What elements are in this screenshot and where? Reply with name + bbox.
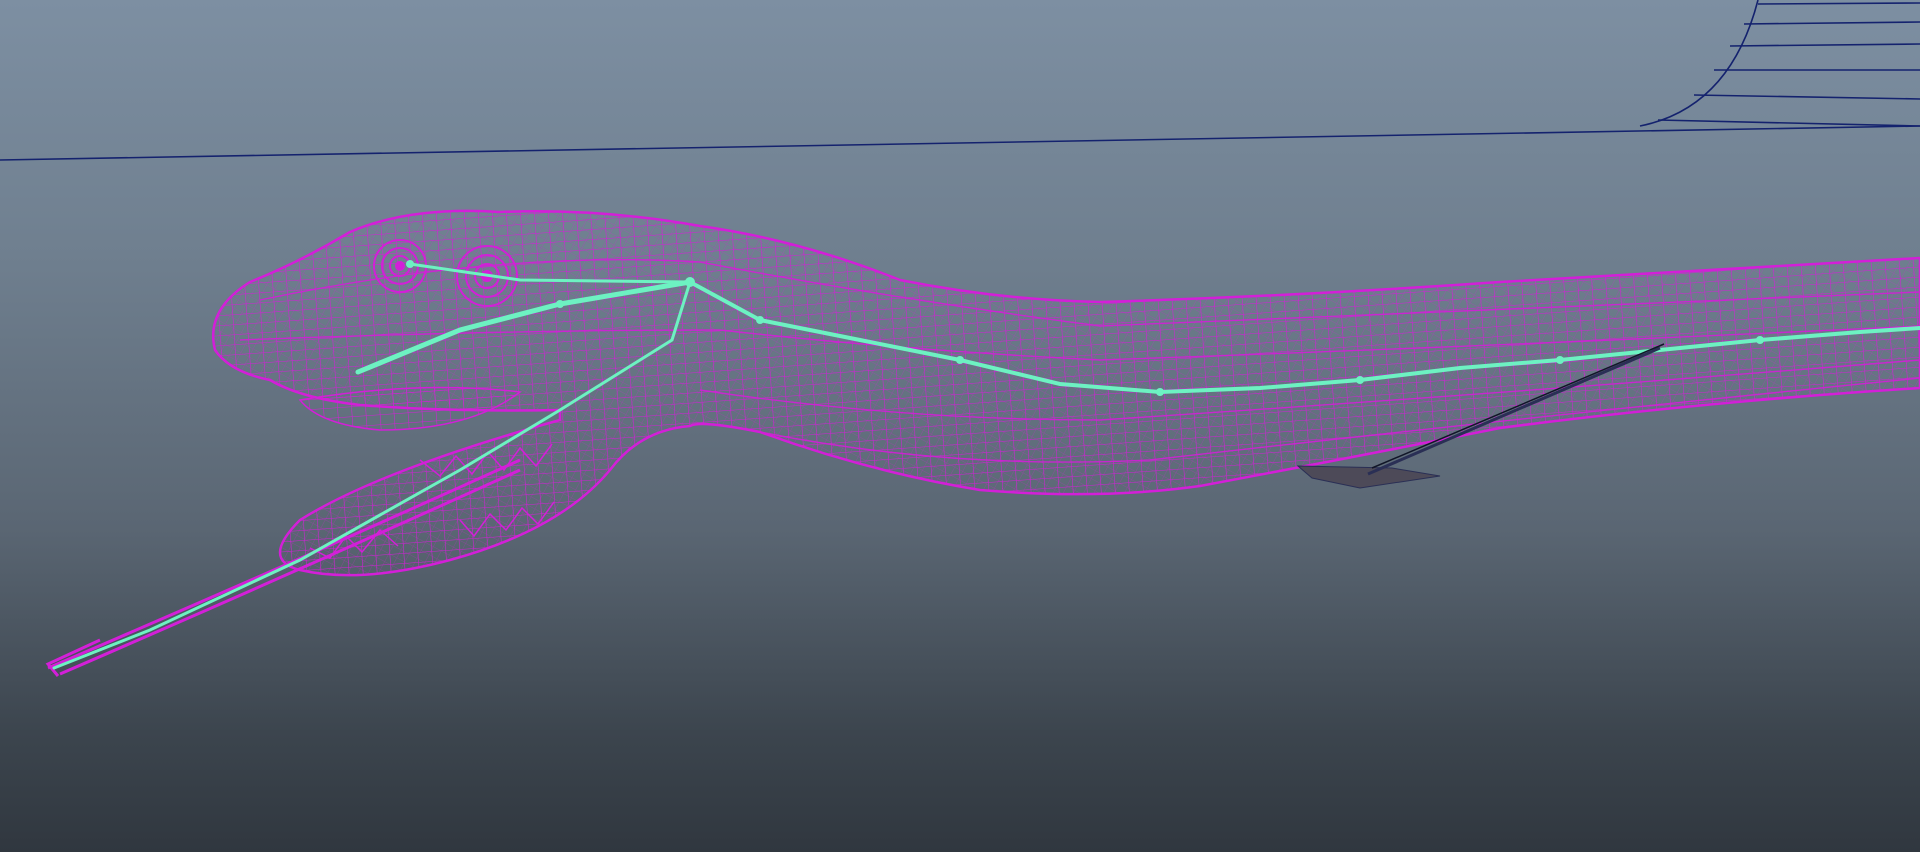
viewport-scene[interactable] — [0, 0, 1920, 852]
ground-plane-grid — [0, 0, 1920, 161]
3d-viewport[interactable] — [0, 0, 1920, 852]
snake-mesh[interactable] — [45, 209, 1920, 677]
